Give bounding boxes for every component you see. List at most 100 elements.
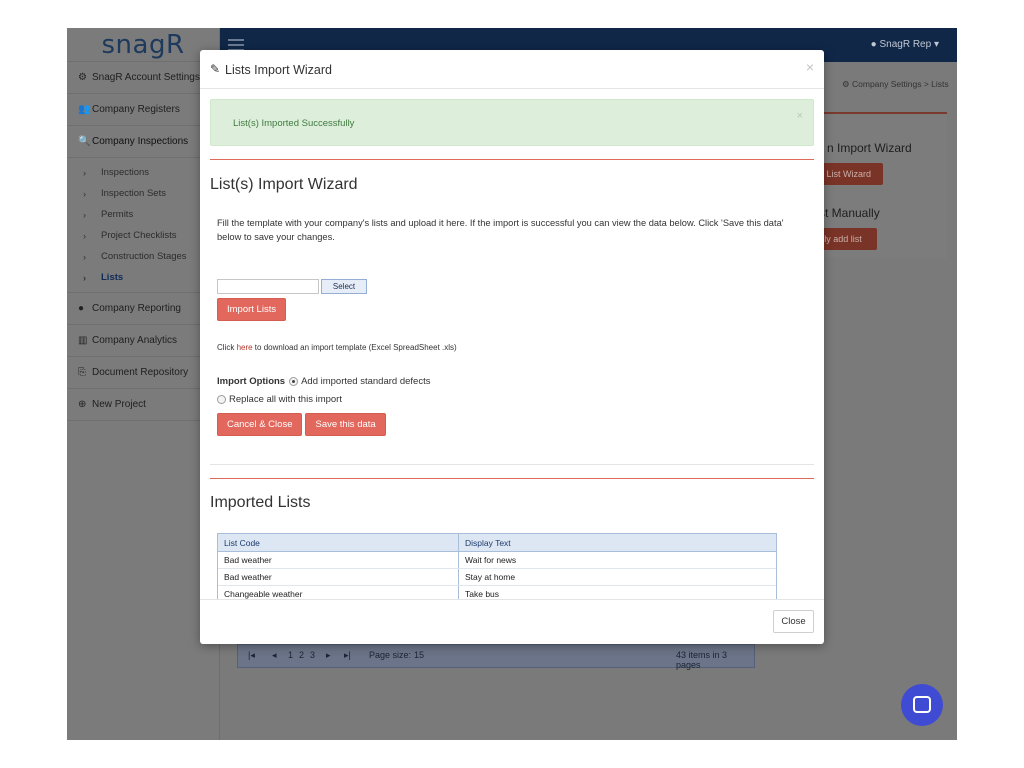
next-page-icon[interactable]: ▸ xyxy=(326,650,331,661)
bar-chart-icon: ▥ xyxy=(78,335,88,346)
sidebar-subitem-project-checklists[interactable]: › Project Checklists xyxy=(67,225,219,246)
cell-list-code: Changeable weather xyxy=(218,586,459,599)
sidebar-subitem-permits[interactable]: › Permits xyxy=(67,204,219,225)
sidebar-subitem-lists[interactable]: › Lists xyxy=(67,267,219,288)
sidebar-item-label: New Project xyxy=(92,399,146,410)
sidebar-subitem-label: Inspections xyxy=(101,167,150,178)
alert-close-icon[interactable]: × xyxy=(797,110,803,122)
cell-list-code: Bad weather xyxy=(218,569,459,585)
import-lists-button[interactable]: Import Lists xyxy=(217,298,287,321)
sidebar-submenu: › Inspections › Inspection Sets › Permits ›… xyxy=(67,158,219,293)
logo-text: snagR xyxy=(101,29,185,60)
search-icon: 🔍 xyxy=(78,136,91,147)
modal-title: Lists Import Wizard xyxy=(225,63,332,77)
wizard-heading: List(s) Import Wizard xyxy=(210,176,358,193)
modal-body: List(s) Imported Successfully × List(s) … xyxy=(210,99,814,599)
sidebar-subitem-label: Inspection Sets xyxy=(101,188,166,199)
save-data-button[interactable]: Save this data xyxy=(305,413,386,436)
table-header-row: List Code Display Text xyxy=(218,534,776,552)
gear-icon: ⚙ xyxy=(78,72,87,83)
select-file-button[interactable]: Select xyxy=(321,278,367,294)
chevron-right-icon: › xyxy=(83,272,86,283)
document-icon: ⎘ xyxy=(78,367,86,378)
radio-add-imported-label: Add imported standard defects xyxy=(301,376,431,387)
imported-lists-table: List Code Display Text Bad weather Wait … xyxy=(217,533,777,599)
modal-footer: Close xyxy=(200,599,824,644)
caret-down-icon: ▾ xyxy=(933,39,939,50)
page-2[interactable]: 2 xyxy=(299,650,304,660)
sidebar-item-label: Company Reporting xyxy=(92,303,181,314)
divider xyxy=(210,464,814,465)
logo[interactable]: snagR xyxy=(67,28,219,62)
divider xyxy=(210,159,814,160)
template-text-suffix: to download an import template (Excel Sp… xyxy=(252,343,457,352)
sidebar-subitem-label: Permits xyxy=(101,209,134,220)
sidebar-item-company-registers[interactable]: 👥 Company Registers xyxy=(67,94,219,126)
imported-lists-heading: Imported Lists xyxy=(210,494,311,511)
background-panel: n Import Wizard n List Wizard st Manuall… xyxy=(807,112,947,258)
sidebar-item-label: Document Repository xyxy=(92,367,189,378)
last-page-icon[interactable]: ▸| xyxy=(344,650,351,661)
page-size-select[interactable]: 15 xyxy=(414,650,424,660)
template-download-link[interactable]: here xyxy=(237,343,253,352)
template-text-prefix: Click xyxy=(217,343,237,352)
chat-launcher-button[interactable] xyxy=(901,684,943,726)
cell-display-text: Wait for news xyxy=(465,555,517,565)
sidebar-item-document-repository[interactable]: ⎘ Document Repository xyxy=(67,357,219,389)
sidebar: snagR ⚙ SnagR Account Settings 👥 Company R… xyxy=(67,28,220,740)
sidebar-item-company-analytics[interactable]: ▥ Company Analytics xyxy=(67,325,219,357)
pager-summary: 43 items in 3 pages xyxy=(676,650,728,670)
page-3[interactable]: 3 xyxy=(310,650,315,660)
file-path-input[interactable] xyxy=(217,278,319,294)
magic-wand-icon: ✎ xyxy=(210,62,221,76)
breadcrumb-company-settings[interactable]: Company Settings xyxy=(852,79,921,89)
sidebar-item-new-project[interactable]: ⊕ New Project xyxy=(67,389,219,421)
sidebar-subitem-inspection-sets[interactable]: › Inspection Sets xyxy=(67,183,219,204)
sidebar-subitem-label: Lists xyxy=(101,272,124,283)
user-menu[interactable]: ● SnagR Rep ▾ xyxy=(871,39,939,50)
chevron-right-icon: › xyxy=(83,167,86,178)
sidebar-item-label: Company Analytics xyxy=(92,335,178,346)
prev-page-icon[interactable]: ◂ xyxy=(272,650,277,661)
chevron-right-icon: › xyxy=(83,230,86,241)
success-alert-text: List(s) Imported Successfully xyxy=(233,118,355,129)
chevron-right-icon: › xyxy=(83,188,86,199)
import-options-row: Import Options Add imported standard def… xyxy=(217,376,814,387)
close-button[interactable]: Close xyxy=(773,610,814,633)
panel-title-manual: st Manually xyxy=(819,206,880,220)
cancel-close-button[interactable]: Cancel & Close xyxy=(217,413,303,436)
sidebar-subitem-label: Construction Stages xyxy=(101,251,187,262)
cell-list-code: Bad weather xyxy=(218,552,459,568)
gear-icon: ⚙ xyxy=(842,79,850,89)
page-size-label: Page size: xyxy=(369,650,412,660)
sidebar-item-label: Company Inspections xyxy=(92,136,189,147)
sidebar-subitem-inspections[interactable]: › Inspections xyxy=(67,162,219,183)
users-icon: 👥 xyxy=(78,104,91,115)
lists-import-wizard-modal: ✎ Lists Import Wizard × List(s) Imported… xyxy=(200,50,824,644)
sidebar-subitem-construction-stages[interactable]: › Construction Stages xyxy=(67,246,219,267)
table-row[interactable]: Bad weather Wait for news xyxy=(218,552,776,569)
table-row[interactable]: Bad weather Stay at home xyxy=(218,569,776,586)
chat-icon xyxy=(913,696,931,713)
divider xyxy=(210,478,814,479)
pager: |◂ ◂ 1 2 3 ▸ ▸| Page size: 15 43 items i… xyxy=(237,644,755,670)
success-alert: List(s) Imported Successfully × xyxy=(210,99,814,146)
panel-title-import-wizard: n Import Wizard xyxy=(827,141,912,155)
radio-replace-all[interactable] xyxy=(217,395,226,404)
cell-display-text: Stay at home xyxy=(465,572,516,582)
wizard-description: Fill the template with your company's li… xyxy=(217,218,784,242)
template-download-text: Click here to download an import templat… xyxy=(217,343,814,352)
sidebar-item-account-settings[interactable]: ⚙ SnagR Account Settings xyxy=(67,62,219,94)
modal-close-icon[interactable]: × xyxy=(806,59,814,75)
column-header-display-text[interactable]: Display Text xyxy=(459,534,511,551)
first-page-icon[interactable]: |◂ xyxy=(248,650,255,661)
table-body: Bad weather Wait for news Bad weather St… xyxy=(218,552,776,599)
sidebar-item-company-inspections[interactable]: 🔍 Company Inspections xyxy=(67,126,219,158)
chevron-right-icon: › xyxy=(83,209,86,220)
page-1[interactable]: 1 xyxy=(288,650,293,660)
radio-add-imported[interactable] xyxy=(289,377,299,386)
column-header-list-code[interactable]: List Code xyxy=(218,534,459,551)
radio-replace-all-label: Replace all with this import xyxy=(229,394,342,405)
table-row[interactable]: Changeable weather Take bus xyxy=(218,586,776,599)
sidebar-item-company-reporting[interactable]: ● Company Reporting xyxy=(67,293,219,325)
